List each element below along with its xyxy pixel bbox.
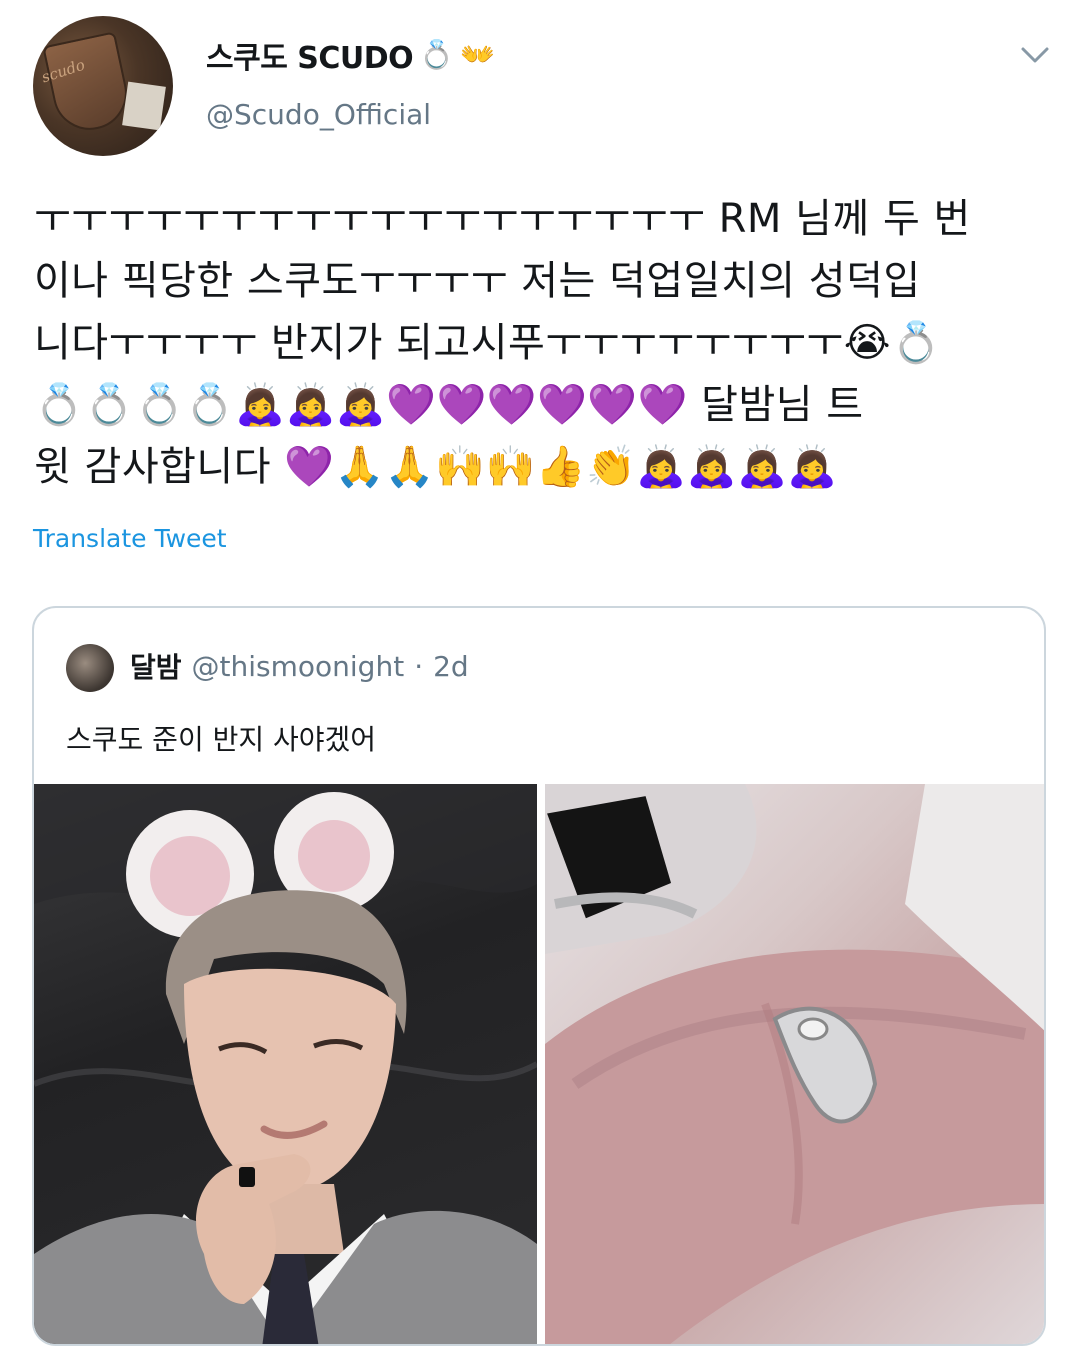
tweet-text: ㅜㅜㅜㅜㅜㅜㅜㅜㅜㅜㅜㅜㅜㅜㅜㅜㅜㅜ RM 님께 두 번 이나 픽당한 스쿠도ㅜ… — [34, 188, 1044, 498]
author-display-name[interactable]: 스쿠도 SCUDO — [206, 33, 414, 77]
author-name-row[interactable]: 스쿠도 SCUDO 💍 👐 — [206, 33, 495, 77]
author-avatar[interactable]: scudo — [33, 16, 173, 156]
person-photo-illustration — [34, 784, 537, 1344]
quoted-tweet-card[interactable]: 달밤 @thismoonight · 2d 스쿠도 준이 반지 사야겠어 — [32, 606, 1046, 1346]
ring-emoji-icon: 💍 — [419, 38, 455, 71]
tweet-text-line: 이나 픽당한 스쿠도ㅜㅜㅜㅜ 저는 덕업일치의 성덕입 — [34, 258, 921, 304]
translate-tweet-link[interactable]: Translate Tweet — [33, 524, 227, 553]
shield-logo-icon — [42, 31, 134, 137]
tweet-text-line: 윗 감사합니다 💜🙏🙏🙌🙌👍👏🙇‍♀️🙇‍♀️🙇‍♀️🙇‍♀️ — [34, 444, 838, 490]
quoted-tweet-header: 달밤 @thismoonight · 2d — [130, 646, 469, 686]
tweet-text-line: 니다ㅜㅜㅜㅜ 반지가 되고시푸ㅜㅜㅜㅜㅜㅜㅜㅜ😭💍 — [34, 320, 942, 366]
chevron-down-icon[interactable] — [1018, 40, 1052, 70]
quoted-author-handle[interactable]: @thismoonight — [192, 650, 405, 683]
quoted-author-avatar[interactable] — [66, 644, 114, 692]
media-photo-ring[interactable] — [545, 784, 1044, 1344]
tweet-text-line: 💍💍💍💍🙇‍♀️🙇‍♀️🙇‍♀️💜💜💜💜💜💜 달밤님 트 — [34, 382, 864, 428]
quoted-media-grid — [34, 784, 1044, 1344]
media-photo-person[interactable] — [34, 784, 537, 1344]
dot-separator: · — [414, 649, 424, 683]
avatar-card-shape — [122, 81, 166, 131]
quoted-tweet-time[interactable]: 2d — [433, 650, 469, 683]
author-handle[interactable]: @Scudo_Official — [206, 98, 431, 131]
open-hands-emoji-icon: 👐 — [460, 38, 495, 71]
quoted-tweet-text: 스쿠도 준이 반지 사야겠어 — [66, 723, 377, 756]
quoted-author-name[interactable]: 달밤 — [130, 646, 182, 686]
tweet-text-line: ㅜㅜㅜㅜㅜㅜㅜㅜㅜㅜㅜㅜㅜㅜㅜㅜㅜㅜ RM 님께 두 번 — [34, 196, 971, 242]
ring-photo-illustration — [545, 784, 1044, 1344]
